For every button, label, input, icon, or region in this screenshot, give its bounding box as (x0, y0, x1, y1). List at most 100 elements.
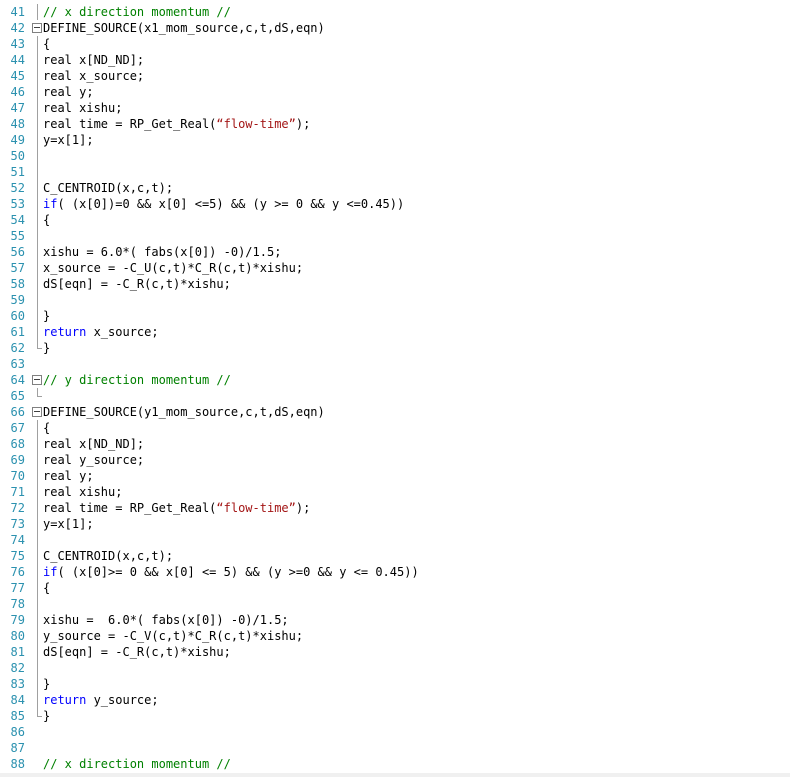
code-token-comment: // x direction momentum // (43, 757, 231, 771)
line-number: 43 (10, 37, 25, 51)
code-token-plain: ( (x[0]>= 0 && x[0] <= 5) && (y >=0 && y… (57, 565, 419, 579)
code-line[interactable]: 85} (0, 708, 790, 724)
fold-end-marker (37, 716, 42, 717)
code-token-string: “flow-time” (216, 117, 296, 131)
code-line[interactable]: 59 (0, 292, 790, 308)
code-text: C_CENTROID(x,c,t); (43, 548, 173, 564)
code-token-plain: y=x[1]; (43, 133, 94, 147)
code-token-plain: real xishu; (43, 485, 123, 499)
code-token-plain: dS[eqn] = -C_R(c,t)*xishu; (43, 277, 231, 291)
code-line[interactable]: 75 C_CENTROID(x,c,t); (0, 548, 790, 564)
code-line[interactable]: 44 real x[ND_ND]; (0, 52, 790, 68)
code-token-plain: } (43, 677, 51, 691)
code-token-plain: { (43, 581, 51, 595)
code-token-plain: y_source; (86, 693, 159, 707)
code-line[interactable]: 62} (0, 340, 790, 356)
line-number: 87 (10, 741, 25, 755)
line-number: 42 (10, 21, 25, 35)
code-line[interactable]: 87 (0, 740, 790, 756)
code-text: C_CENTROID(x,c,t); (43, 180, 173, 196)
code-line[interactable]: 88 // x direction momentum // (0, 756, 790, 772)
line-number: 50 (10, 149, 25, 163)
code-line[interactable]: 68 real x[ND_ND]; (0, 436, 790, 452)
fold-guide (37, 468, 38, 484)
fold-guide (37, 532, 38, 548)
code-line[interactable]: 63 (0, 356, 790, 372)
code-text: if( (x[0]>= 0 && x[0] <= 5) && (y >=0 &&… (43, 564, 419, 580)
fold-collapse-icon[interactable] (32, 23, 42, 33)
code-line[interactable]: 41 // x direction momentum // (0, 4, 790, 20)
code-line[interactable]: 60} (0, 308, 790, 324)
line-number: 63 (10, 357, 25, 371)
line-number: 88 (10, 757, 25, 771)
code-text: DEFINE_SOURCE(x1_mom_source,c,t,dS,eqn) (43, 20, 325, 36)
fold-guide (37, 516, 38, 532)
code-line[interactable]: 48 real time = RP_Get_Real(“flow-time”); (0, 116, 790, 132)
line-number: 48 (10, 117, 25, 131)
code-line[interactable]: 70 real y; (0, 468, 790, 484)
code-line[interactable]: 43 { (0, 36, 790, 52)
code-line[interactable]: 54 { (0, 212, 790, 228)
code-line[interactable]: 84 return y_source; (0, 692, 790, 708)
code-line[interactable]: 55 (0, 228, 790, 244)
code-line[interactable]: 51 (0, 164, 790, 180)
code-line[interactable]: 47 real xishu; (0, 100, 790, 116)
code-token-plain: y_source = -C_V(c,t)*C_R(c,t)*xishu; (43, 629, 304, 643)
line-number: 79 (10, 613, 25, 627)
code-line[interactable]: 80 y_source = -C_V(c,t)*C_R(c,t)*xishu; (0, 628, 790, 644)
line-number: 74 (10, 533, 25, 547)
code-line[interactable]: 42 DEFINE_SOURCE(x1_mom_source,c,t,dS,eqn… (0, 20, 790, 36)
fold-guide (37, 4, 38, 20)
code-line[interactable]: 46 real y; (0, 84, 790, 100)
code-token-plain: y=x[1]; (43, 517, 94, 531)
code-line[interactable]: 82 (0, 660, 790, 676)
fold-guide (37, 596, 38, 612)
code-line[interactable]: 45 real x_source; (0, 68, 790, 84)
horizontal-scrollbar[interactable] (0, 773, 790, 777)
code-line[interactable]: 58 dS[eqn] = -C_R(c,t)*xishu; (0, 276, 790, 292)
line-number: 41 (10, 5, 25, 19)
code-text: // y direction momentum // (43, 372, 231, 388)
code-line[interactable]: 71 real xishu; (0, 484, 790, 500)
code-line[interactable]: 53 if( (x[0])=0 && x[0] <=5) && (y >= 0 &… (0, 196, 790, 212)
code-line[interactable]: 78 (0, 596, 790, 612)
fold-guide (37, 628, 38, 644)
fold-collapse-icon[interactable] (32, 407, 42, 417)
line-number: 56 (10, 245, 25, 259)
code-line[interactable]: 66 DEFINE_SOURCE(y1_mom_source,c,t,dS,eqn… (0, 404, 790, 420)
code-line[interactable]: 49 y=x[1]; (0, 132, 790, 148)
code-line[interactable]: 50 (0, 148, 790, 164)
fold-guide (37, 212, 38, 228)
code-line[interactable]: 86 (0, 724, 790, 740)
code-line[interactable]: 74 (0, 532, 790, 548)
code-line[interactable]: 79 xishu = 6.0*( fabs(x[0]) -0)/1.5; (0, 612, 790, 628)
code-line[interactable]: 73 y=x[1]; (0, 516, 790, 532)
code-line[interactable]: 81 dS[eqn] = -C_R(c,t)*xishu; (0, 644, 790, 660)
code-line[interactable]: 52 C_CENTROID(x,c,t); (0, 180, 790, 196)
code-line[interactable]: 61 return x_source; (0, 324, 790, 340)
code-line[interactable]: 69 real y_source; (0, 452, 790, 468)
line-number: 73 (10, 517, 25, 531)
code-line[interactable]: 57 x_source = -C_U(c,t)*C_R(c,t)*xishu; (0, 260, 790, 276)
code-line[interactable]: 76 if( (x[0]>= 0 && x[0] <= 5) && (y >=0 … (0, 564, 790, 580)
code-line[interactable]: 65 (0, 388, 790, 404)
code-line[interactable]: 56 xishu = 6.0*( fabs(x[0]) -0)/1.5; (0, 244, 790, 260)
code-token-plain: real y; (43, 469, 94, 483)
code-text: real x[ND_ND]; (43, 436, 144, 452)
code-text: { (43, 420, 50, 436)
line-number: 55 (10, 229, 25, 243)
fold-guide (37, 660, 38, 676)
code-line[interactable]: 77 { (0, 580, 790, 596)
code-line[interactable]: 64 // y direction momentum // (0, 372, 790, 388)
code-editor[interactable]: 41 // x direction momentum // 42 DEFINE_SOU… (0, 0, 790, 777)
code-token-plain: ); (295, 501, 311, 515)
code-line[interactable]: 83} (0, 676, 790, 692)
code-token-plain: real x[ND_ND]; (43, 437, 145, 451)
code-token-keyword: if (43, 565, 58, 579)
code-line[interactable]: 72 real time = RP_Get_Real(“flow-time”); (0, 500, 790, 516)
code-text: if( (x[0])=0 && x[0] <=5) && (y >= 0 && … (43, 196, 404, 212)
fold-collapse-icon[interactable] (32, 375, 42, 385)
code-line[interactable]: 67 { (0, 420, 790, 436)
code-text: y=x[1]; (43, 516, 94, 532)
fold-guide (37, 36, 38, 52)
